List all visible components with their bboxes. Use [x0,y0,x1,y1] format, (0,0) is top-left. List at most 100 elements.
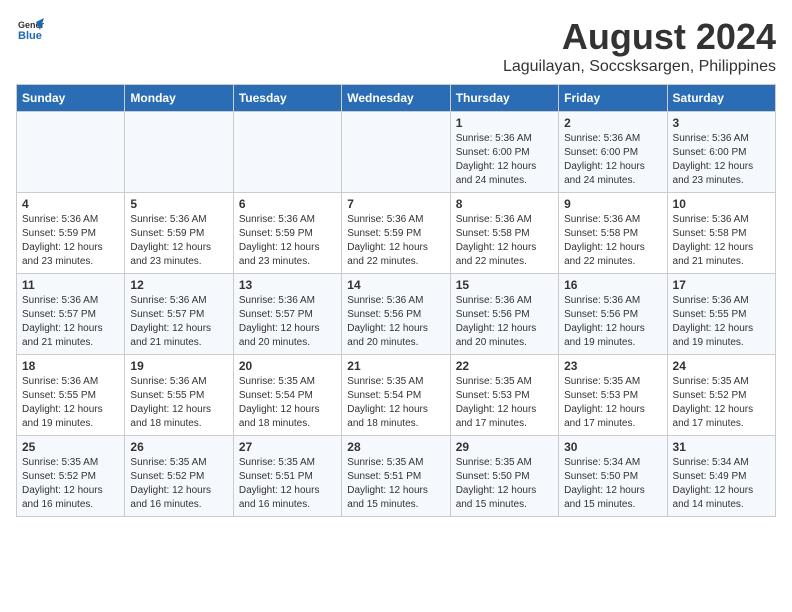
calendar-cell [17,112,125,193]
week-row-1: 1 Sunrise: 5:36 AMSunset: 6:00 PMDaylight… [17,112,776,193]
day-info: Sunrise: 5:36 AMSunset: 5:55 PMDaylight:… [130,375,227,431]
day-info: Sunrise: 5:36 AMSunset: 5:57 PMDaylight:… [22,294,119,350]
col-header-monday: Monday [125,85,233,112]
svg-text:Blue: Blue [18,30,42,42]
day-info: Sunrise: 5:35 AMSunset: 5:51 PMDaylight:… [347,456,444,512]
col-header-wednesday: Wednesday [342,85,450,112]
day-info: Sunrise: 5:35 AMSunset: 5:50 PMDaylight:… [456,456,553,512]
day-number: 16 [564,278,661,292]
day-number: 11 [22,278,119,292]
day-info: Sunrise: 5:35 AMSunset: 5:54 PMDaylight:… [347,375,444,431]
calendar-cell: 15Sunrise: 5:36 AMSunset: 5:56 PMDayligh… [450,274,558,355]
day-number: 2 [564,116,661,130]
calendar-cell: 16 Sunrise: 5:36 AMSunset: 5:56 PMDayligh… [559,274,667,355]
day-info: Sunrise: 5:36 AMSunset: 6:00 PMDaylight:… [673,132,770,188]
calendar-cell: 17 Sunrise: 5:36 AMSunset: 5:55 PMDayligh… [667,274,775,355]
day-info: Sunrise: 5:35 AMSunset: 5:53 PMDaylight:… [564,375,661,431]
day-info: Sunrise: 5:36 AMSunset: 5:58 PMDaylight:… [564,213,661,269]
day-number: 15 [456,278,553,292]
day-info: Sunrise: 5:36 AMSunset: 6:00 PMDaylight:… [456,132,553,188]
week-row-5: 25 Sunrise: 5:35 AMSunset: 5:52 PMDayligh… [17,436,776,517]
day-info: Sunrise: 5:36 AMSunset: 5:59 PMDaylight:… [239,213,336,269]
day-info: Sunrise: 5:36 AMSunset: 5:56 PMDaylight:… [347,294,444,350]
calendar-table: SundayMondayTuesdayWednesdayThursdayFrid… [16,84,776,517]
day-number: 25 [22,440,119,454]
calendar-cell: 23 Sunrise: 5:35 AMSunset: 5:53 PMDayligh… [559,355,667,436]
calendar-cell: 11 Sunrise: 5:36 AMSunset: 5:57 PMDayligh… [17,274,125,355]
day-number: 14 [347,278,444,292]
calendar-cell: 8 Sunrise: 5:36 AMSunset: 5:58 PMDaylight… [450,193,558,274]
day-number: 9 [564,197,661,211]
day-number: 18 [22,359,119,373]
calendar-cell: 18 Sunrise: 5:36 AMSunset: 5:55 PMDayligh… [17,355,125,436]
calendar-cell: 30 Sunrise: 5:34 AMSunset: 5:50 PMDayligh… [559,436,667,517]
day-number: 27 [239,440,336,454]
day-info: Sunrise: 5:36 AMSunset: 5:59 PMDaylight:… [22,213,119,269]
day-info: Sunrise: 5:36 AMSunset: 5:58 PMDaylight:… [456,213,553,269]
day-info: Sunrise: 5:35 AMSunset: 5:52 PMDaylight:… [673,375,770,431]
calendar-cell: 12 Sunrise: 5:36 AMSunset: 5:57 PMDayligh… [125,274,233,355]
calendar-title: August 2024 [503,16,776,58]
week-row-3: 11 Sunrise: 5:36 AMSunset: 5:57 PMDayligh… [17,274,776,355]
calendar-cell: 26 Sunrise: 5:35 AMSunset: 5:52 PMDayligh… [125,436,233,517]
day-number: 28 [347,440,444,454]
calendar-cell [125,112,233,193]
calendar-cell: 27Sunrise: 5:35 AMSunset: 5:51 PMDayligh… [233,436,341,517]
logo: General Blue [16,16,44,44]
calendar-cell: 6 Sunrise: 5:36 AMSunset: 5:59 PMDaylight… [233,193,341,274]
day-info: Sunrise: 5:35 AMSunset: 5:52 PMDaylight:… [22,456,119,512]
calendar-cell: 2 Sunrise: 5:36 AMSunset: 6:00 PMDaylight… [559,112,667,193]
day-number: 24 [673,359,770,373]
day-number: 29 [456,440,553,454]
day-info: Sunrise: 5:36 AMSunset: 6:00 PMDaylight:… [564,132,661,188]
calendar-cell: 4 Sunrise: 5:36 AMSunset: 5:59 PMDaylight… [17,193,125,274]
day-number: 1 [456,116,553,130]
calendar-cell [233,112,341,193]
day-info: Sunrise: 5:36 AMSunset: 5:55 PMDaylight:… [22,375,119,431]
calendar-cell: 7 Sunrise: 5:36 AMSunset: 5:59 PMDaylight… [342,193,450,274]
day-number: 20 [239,359,336,373]
calendar-cell: 1 Sunrise: 5:36 AMSunset: 6:00 PMDaylight… [450,112,558,193]
title-area: August 2024 Laguilayan, Soccsksargen, Ph… [503,16,776,76]
calendar-cell: 28 Sunrise: 5:35 AMSunset: 5:51 PMDayligh… [342,436,450,517]
day-number: 26 [130,440,227,454]
calendar-cell: 22Sunrise: 5:35 AMSunset: 5:53 PMDayligh… [450,355,558,436]
calendar-cell: 14 Sunrise: 5:36 AMSunset: 5:56 PMDayligh… [342,274,450,355]
col-header-saturday: Saturday [667,85,775,112]
day-number: 13 [239,278,336,292]
col-header-sunday: Sunday [17,85,125,112]
day-info: Sunrise: 5:36 AMSunset: 5:59 PMDaylight:… [130,213,227,269]
day-number: 10 [673,197,770,211]
day-info: Sunrise: 5:36 AMSunset: 5:59 PMDaylight:… [347,213,444,269]
calendar-cell: 25 Sunrise: 5:35 AMSunset: 5:52 PMDayligh… [17,436,125,517]
day-number: 4 [22,197,119,211]
day-number: 17 [673,278,770,292]
day-number: 12 [130,278,227,292]
day-number: 30 [564,440,661,454]
calendar-cell: 9 Sunrise: 5:36 AMSunset: 5:58 PMDaylight… [559,193,667,274]
calendar-header-row: SundayMondayTuesdayWednesdayThursdayFrid… [17,85,776,112]
header: General Blue August 2024 Laguilayan, Soc… [16,16,776,76]
day-info: Sunrise: 5:36 AMSunset: 5:55 PMDaylight:… [673,294,770,350]
calendar-cell: 3 Sunrise: 5:36 AMSunset: 6:00 PMDaylight… [667,112,775,193]
day-number: 6 [239,197,336,211]
day-number: 7 [347,197,444,211]
day-info: Sunrise: 5:35 AMSunset: 5:52 PMDaylight:… [130,456,227,512]
day-number: 23 [564,359,661,373]
day-info: Sunrise: 5:35 AMSunset: 5:54 PMDaylight:… [239,375,336,431]
day-info: Sunrise: 5:36 AMSunset: 5:56 PMDaylight:… [564,294,661,350]
day-info: Sunrise: 5:36 AMSunset: 5:58 PMDaylight:… [673,213,770,269]
day-info: Sunrise: 5:34 AMSunset: 5:50 PMDaylight:… [564,456,661,512]
day-number: 21 [347,359,444,373]
day-info: Sunrise: 5:34 AMSunset: 5:49 PMDaylight:… [673,456,770,512]
calendar-cell: 10 Sunrise: 5:36 AMSunset: 5:58 PMDayligh… [667,193,775,274]
day-info: Sunrise: 5:36 AMSunset: 5:57 PMDaylight:… [130,294,227,350]
calendar-cell: 21 Sunrise: 5:35 AMSunset: 5:54 PMDayligh… [342,355,450,436]
day-number: 3 [673,116,770,130]
calendar-cell: 31Sunrise: 5:34 AMSunset: 5:49 PMDayligh… [667,436,775,517]
col-header-thursday: Thursday [450,85,558,112]
day-info: Sunrise: 5:35 AMSunset: 5:53 PMDaylight:… [456,375,553,431]
week-row-2: 4 Sunrise: 5:36 AMSunset: 5:59 PMDaylight… [17,193,776,274]
calendar-cell: 29 Sunrise: 5:35 AMSunset: 5:50 PMDayligh… [450,436,558,517]
day-number: 8 [456,197,553,211]
